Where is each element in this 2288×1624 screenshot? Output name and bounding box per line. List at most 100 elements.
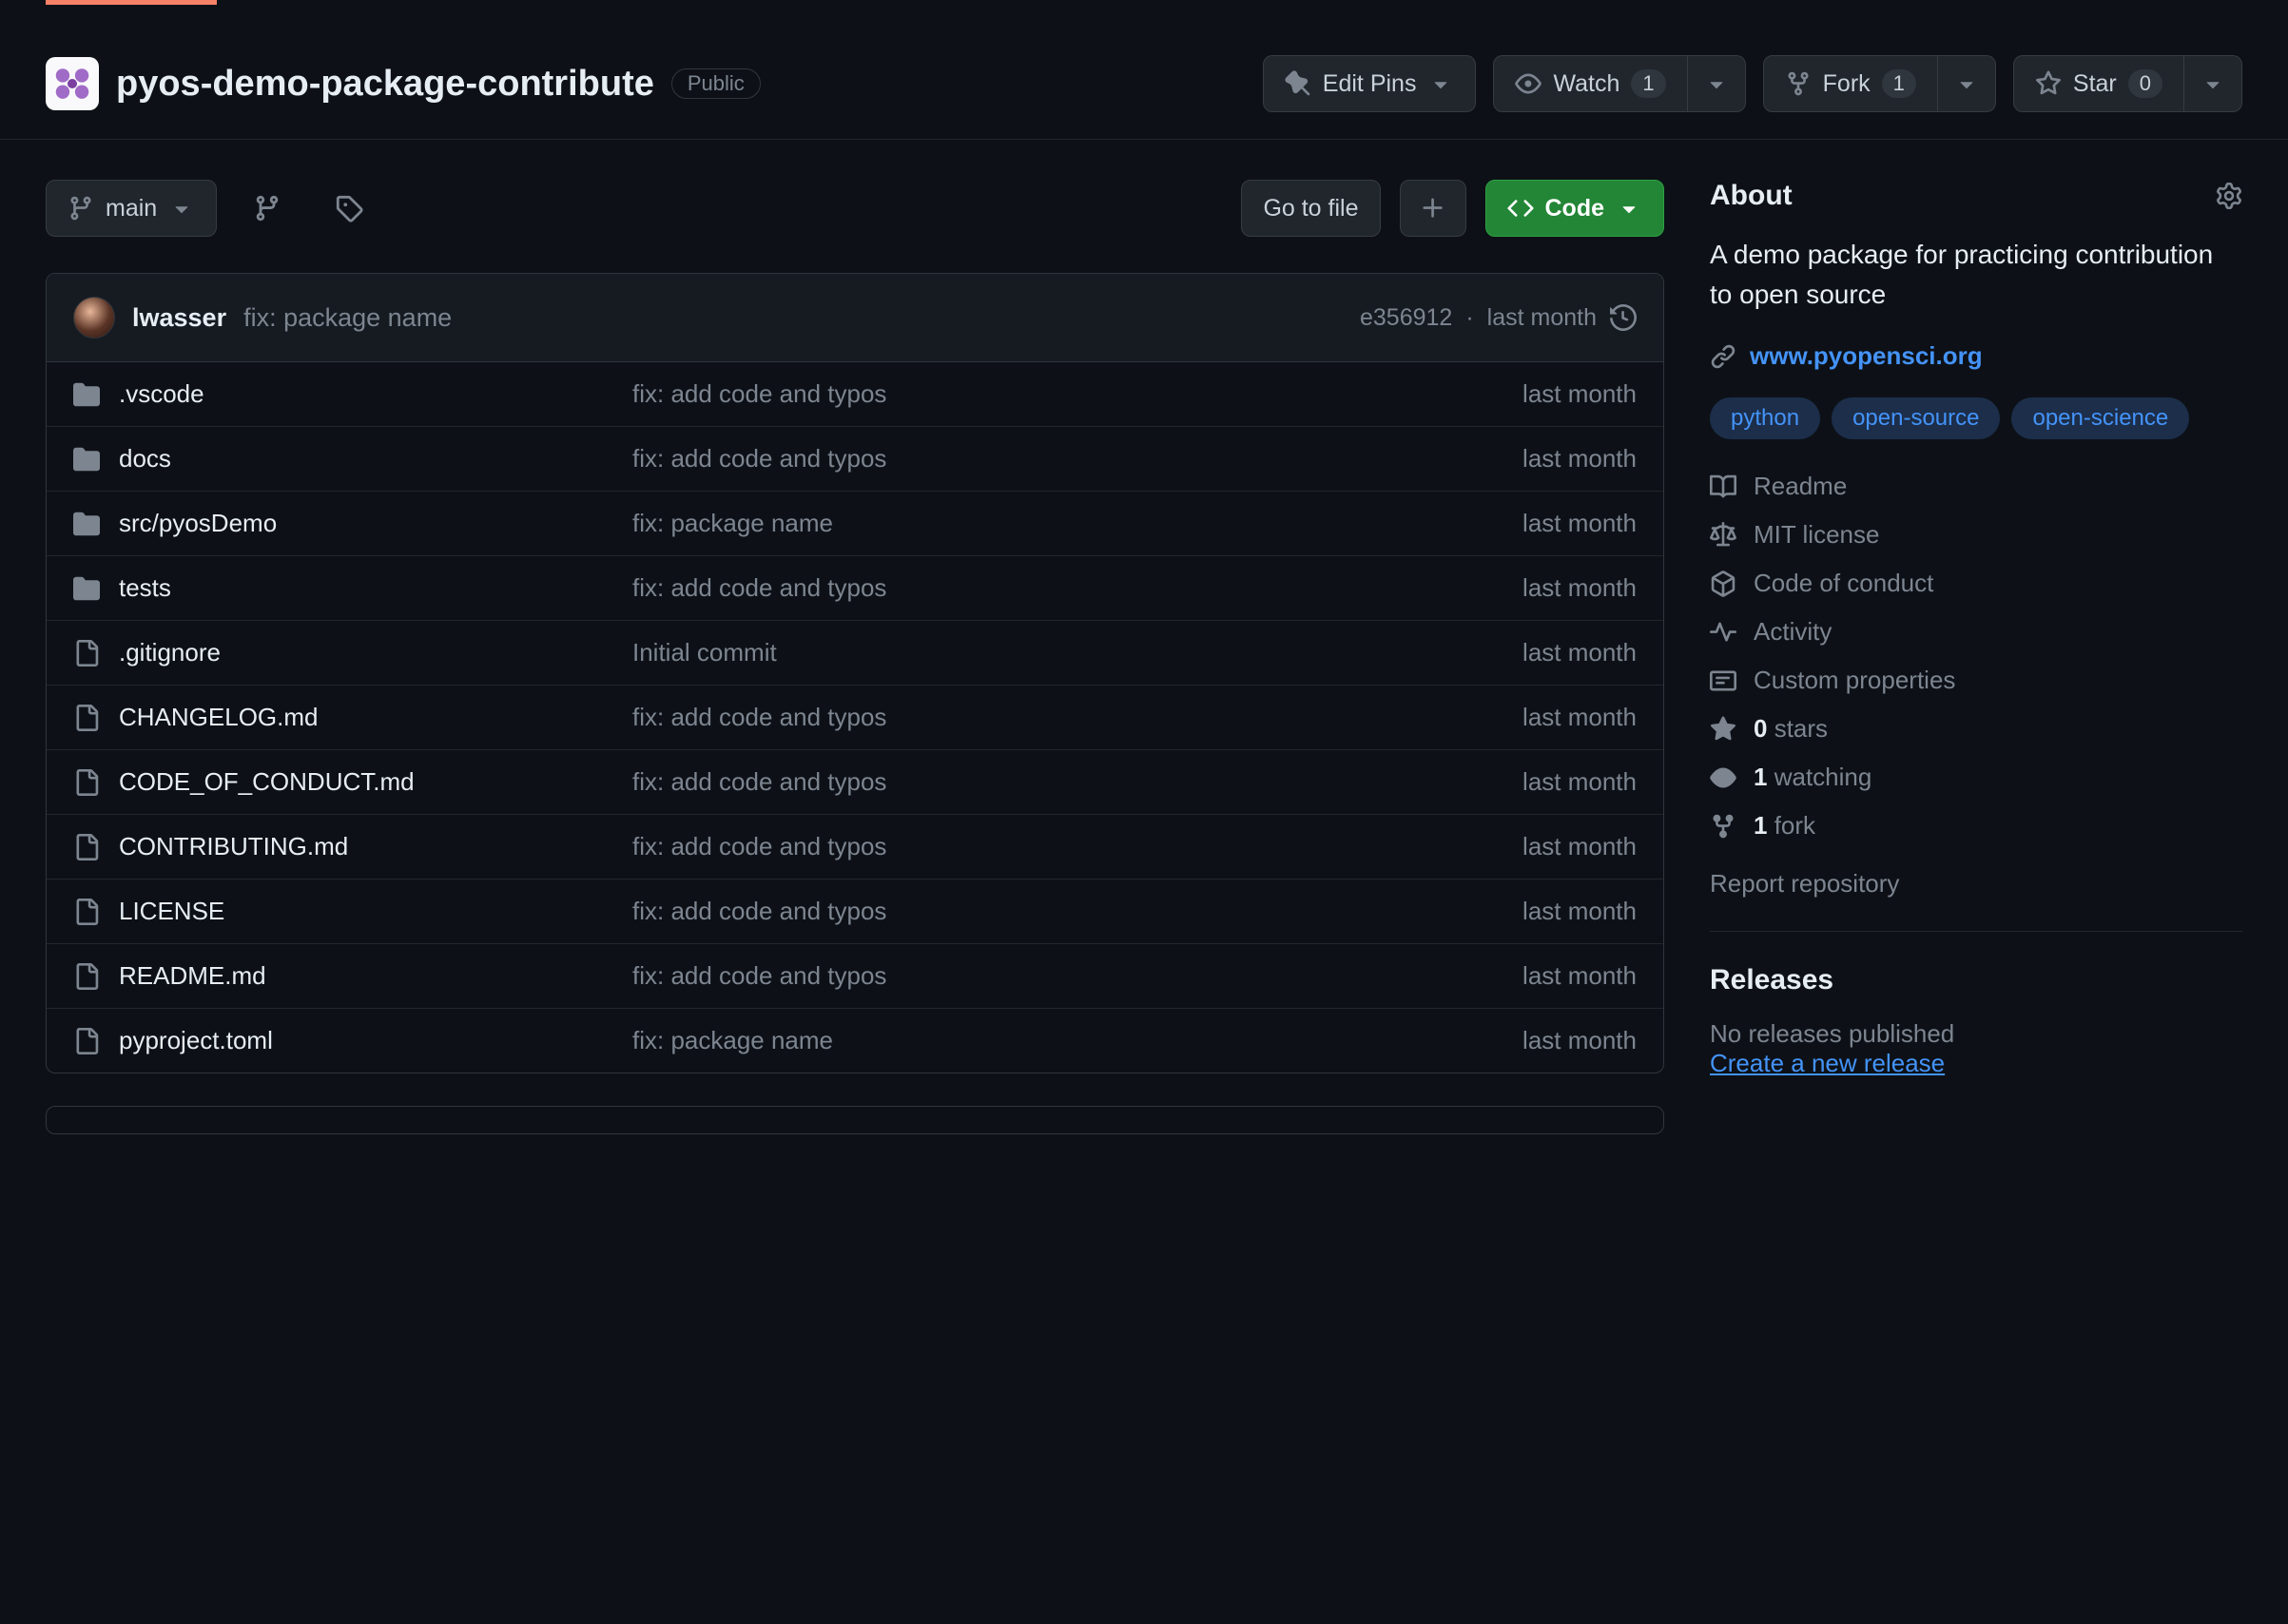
license-link[interactable]: MIT license <box>1710 520 2242 550</box>
activity-link[interactable]: Activity <box>1710 617 2242 647</box>
file-commit-message[interactable]: fix: add code and typos <box>632 703 1503 732</box>
file-commit-message[interactable]: fix: add code and typos <box>632 573 1503 603</box>
forks-link[interactable]: 1 fork <box>1710 811 2242 841</box>
go-to-file-button[interactable]: Go to file <box>1241 180 1380 237</box>
file-name[interactable]: docs <box>119 444 613 474</box>
file-name[interactable]: LICENSE <box>119 897 613 926</box>
topic-tag[interactable]: open-source <box>1832 397 2000 439</box>
file-commit-message[interactable]: fix: add code and typos <box>632 444 1503 474</box>
watching-link[interactable]: 1 watching <box>1710 763 2242 792</box>
repo-name[interactable]: pyos-demo-package-contribute <box>116 64 654 105</box>
code-icon <box>1507 195 1534 222</box>
file-row[interactable]: src/pyosDemo fix: package name last month <box>47 492 1663 556</box>
link-icon <box>1710 343 1736 370</box>
readme-link[interactable]: Readme <box>1710 472 2242 501</box>
star-icon <box>1710 716 1736 743</box>
file-name[interactable]: pyproject.toml <box>119 1026 613 1055</box>
file-row[interactable]: CONTRIBUTING.md fix: add code and typos la… <box>47 815 1663 880</box>
watch-dropdown-button[interactable] <box>1688 55 1746 112</box>
stars-link[interactable]: 0 stars <box>1710 714 2242 744</box>
file-name[interactable]: README.md <box>119 961 613 991</box>
file-row[interactable]: .gitignoreInitial commitlast month <box>47 621 1663 686</box>
caret-down-icon <box>168 195 195 222</box>
releases-heading[interactable]: Releases <box>1710 964 2242 996</box>
file-panel: lwasser fix: package name e356912 · last… <box>46 273 1664 1073</box>
file-commit-message[interactable]: Initial commit <box>632 638 1503 667</box>
file-commit-message[interactable]: fix: package name <box>632 509 1503 538</box>
caret-down-icon <box>1427 70 1454 97</box>
create-release-link[interactable]: Create a new release <box>1710 1049 1945 1077</box>
repo-owner-avatar[interactable] <box>46 57 99 110</box>
eye-icon <box>1710 764 1736 791</box>
file-row[interactable]: pyproject.tomlfix: package namelast mont… <box>47 1009 1663 1073</box>
topics-list: python open-source open-science <box>1710 397 2242 439</box>
plus-icon <box>1420 195 1446 222</box>
branch-name: main <box>106 195 157 222</box>
file-commit-message[interactable]: fix: add code and typos <box>632 961 1503 991</box>
star-button-group: Star 0 <box>2013 55 2242 112</box>
file-name[interactable]: CONTRIBUTING.md <box>119 832 613 861</box>
commit-author-name[interactable]: lwasser <box>132 303 226 333</box>
about-heading: About <box>1710 180 1793 212</box>
folder-icon <box>73 511 100 537</box>
star-button[interactable]: Star 0 <box>2013 55 2184 112</box>
branch-select-button[interactable]: main <box>46 180 217 237</box>
visibility-badge: Public <box>671 68 761 99</box>
branches-button[interactable] <box>236 180 299 237</box>
topic-tag[interactable]: open-science <box>2011 397 2189 439</box>
file-name[interactable]: tests <box>119 573 613 603</box>
file-row[interactable]: LICENSE fix: add code and typos last month <box>47 880 1663 944</box>
file-time: last month <box>1522 703 1637 732</box>
custom-props-link[interactable]: Custom properties <box>1710 666 2242 695</box>
file-row[interactable]: testsfix: add code and typoslast month <box>47 556 1663 621</box>
history-icon[interactable] <box>1610 304 1637 331</box>
watch-button[interactable]: Watch 1 <box>1493 55 1687 112</box>
file-name[interactable]: CODE_OF_CONDUCT.md <box>119 767 613 797</box>
star-dropdown-button[interactable] <box>2184 55 2242 112</box>
fork-dropdown-button[interactable] <box>1938 55 1996 112</box>
code-label: Code <box>1545 195 1605 222</box>
edit-pins-button[interactable]: Edit Pins <box>1263 55 1477 112</box>
file-name[interactable]: .gitignore <box>119 638 613 667</box>
add-file-button[interactable] <box>1400 180 1466 237</box>
fork-button[interactable]: Fork 1 <box>1763 55 1938 112</box>
file-row[interactable]: CODE_OF_CONDUCT.md fix: add code and typo… <box>47 750 1663 815</box>
file-commit-message[interactable]: fix: add code and typos <box>632 379 1503 409</box>
coc-link[interactable]: Code of conduct <box>1710 569 2242 598</box>
book-icon <box>1710 474 1736 500</box>
file-commit-message[interactable]: fix: add code and typos <box>632 832 1503 861</box>
file-name[interactable]: CHANGELOG.md <box>119 703 613 732</box>
topic-tag[interactable]: python <box>1710 397 1820 439</box>
file-commit-message[interactable]: fix: add code and typos <box>632 767 1503 797</box>
watch-label: Watch <box>1553 70 1619 98</box>
commit-author-avatar[interactable] <box>73 297 115 338</box>
file-row[interactable]: docs fix: add code and typos last month <box>47 427 1663 492</box>
report-repo-link[interactable]: Report repository <box>1710 869 2242 899</box>
file-time: last month <box>1522 897 1637 926</box>
about-description: A demo package for practicing contributi… <box>1710 235 2242 315</box>
file-commit-message[interactable]: fix: package name <box>632 1026 1503 1055</box>
file-icon <box>73 963 100 990</box>
file-name[interactable]: src/pyosDemo <box>119 509 613 538</box>
file-row[interactable]: README.mdfix: add code and typoslast mon… <box>47 944 1663 1009</box>
latest-commit-row[interactable]: lwasser fix: package name e356912 · last… <box>47 274 1663 362</box>
file-commit-message[interactable]: fix: add code and typos <box>632 897 1503 926</box>
caret-down-icon <box>1616 195 1642 222</box>
website-link[interactable]: www.pyopensci.org <box>1750 341 1983 371</box>
file-row[interactable]: .vscodefix: add code and typoslast month <box>47 362 1663 427</box>
file-name[interactable]: .vscode <box>119 379 613 409</box>
active-tab-indicator <box>46 0 217 5</box>
file-time: last month <box>1522 832 1637 861</box>
code-button[interactable]: Code <box>1485 180 1665 237</box>
commit-message[interactable]: fix: package name <box>243 303 452 333</box>
gear-icon[interactable] <box>2216 183 2242 209</box>
file-time: last month <box>1522 444 1637 474</box>
tags-button[interactable] <box>318 180 380 237</box>
file-time: last month <box>1522 509 1637 538</box>
watch-count: 1 <box>1631 69 1665 98</box>
law-icon <box>1710 522 1736 549</box>
file-icon <box>73 1028 100 1054</box>
file-row[interactable]: CHANGELOG.md fix: add code and typos last … <box>47 686 1663 750</box>
file-time: last month <box>1522 767 1637 797</box>
commit-sha[interactable]: e356912 <box>1360 304 1452 332</box>
